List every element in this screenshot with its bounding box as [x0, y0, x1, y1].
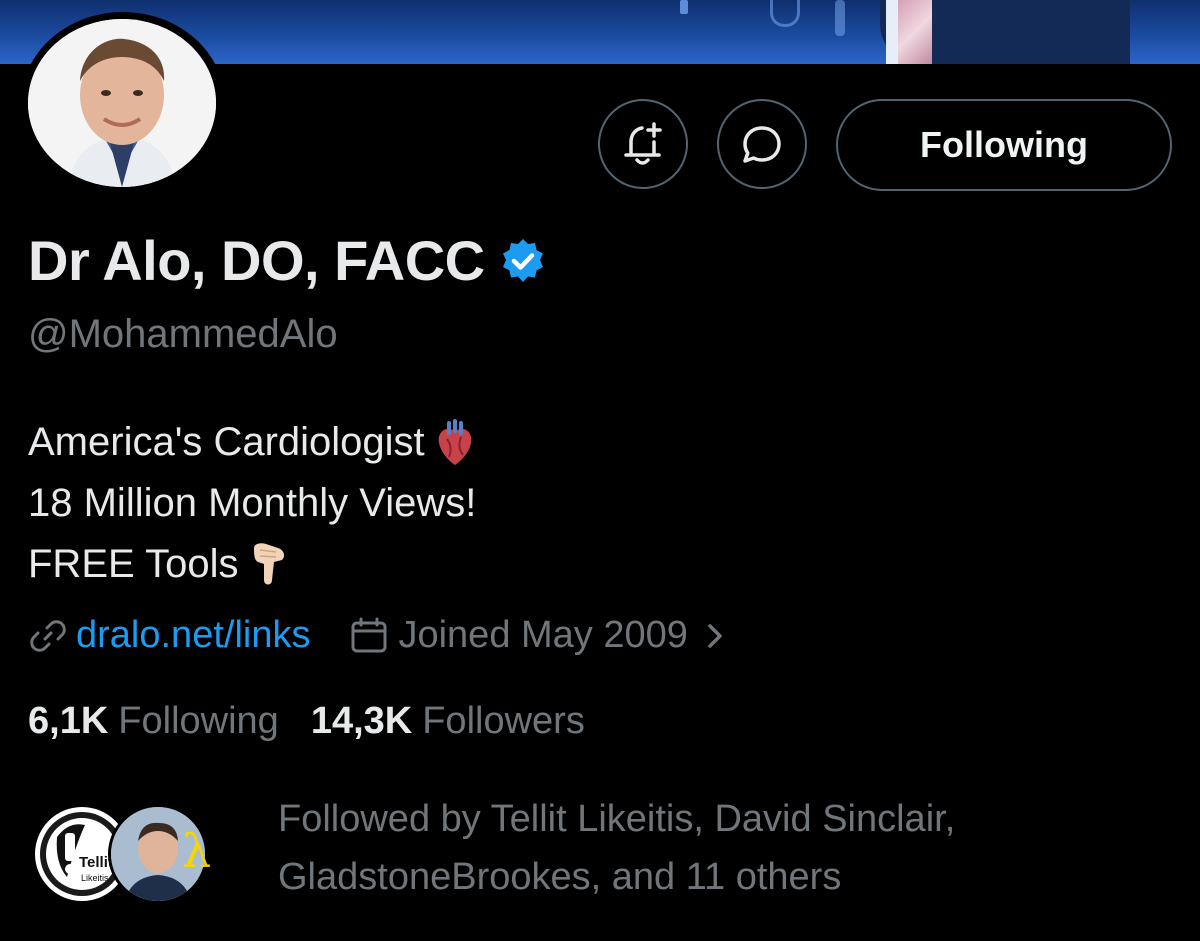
link-icon	[30, 619, 66, 652]
bio-line-text: America's Cardiologist	[28, 420, 425, 464]
followed-by-text[interactable]: Followed by Tellit Likeitis, David Sincl…	[278, 790, 1178, 906]
joined-text: Joined May 2009	[398, 614, 688, 656]
banner-decoration	[835, 0, 845, 36]
follower-avatar-subtext: Likeitis	[81, 873, 109, 883]
following-label: Following	[118, 700, 279, 742]
bio-line: FREE Tools	[28, 534, 476, 595]
verified-badge-icon[interactable]	[499, 237, 547, 285]
bio-line: America's Cardiologist	[28, 412, 476, 473]
anatomical-heart-icon	[438, 418, 471, 465]
profile-link-text[interactable]: dralo.net/links	[76, 614, 310, 657]
joined-date[interactable]: Joined May 2009	[350, 614, 723, 657]
chevron-right-icon	[708, 623, 722, 648]
message-button[interactable]	[717, 99, 807, 189]
display-name: Dr Alo, DO, FACC	[28, 229, 485, 292]
banner-decoration	[680, 0, 688, 14]
followed-by-line: GladstoneBrookes, and 11 others	[278, 856, 842, 898]
user-handle: @MohammedAlo	[28, 312, 338, 356]
avatar[interactable]	[28, 19, 216, 187]
banner-decoration	[886, 0, 898, 64]
follower-avatar-lambda[interactable]: λ	[182, 804, 232, 898]
bio-line-text: FREE Tools	[28, 542, 239, 586]
profile-link[interactable]: dralo.net/links	[28, 614, 310, 657]
following-count: 6,1K	[28, 700, 109, 742]
following-button-label: Following	[920, 124, 1088, 165]
avatar-photo	[28, 19, 216, 187]
calendar-icon	[351, 617, 387, 652]
bell-plus-icon	[624, 122, 662, 165]
banner-stethoscope-icon	[770, 0, 800, 27]
profile-meta: dralo.net/links Joined May 2009	[28, 614, 724, 657]
chat-bubble-icon	[743, 126, 781, 163]
notifications-button[interactable]	[598, 99, 688, 189]
backhand-index-pointing-down-icon	[254, 542, 285, 584]
bio-line: 18 Million Monthly Views!	[28, 473, 476, 534]
followers-count: 14,3K	[310, 700, 413, 742]
followers-label: Followers	[422, 700, 585, 742]
banner-decoration	[898, 0, 932, 64]
name-row: Dr Alo, DO, FACC	[28, 228, 547, 293]
bio-line-text: 18 Million Monthly Views!	[28, 481, 477, 525]
bio: America's Cardiologist 18 Million Monthl…	[28, 412, 476, 595]
followed-by-line: Followed by Tellit Likeitis, David Sincl…	[278, 798, 956, 840]
followers-stat[interactable]: 14,3K Followers	[311, 700, 585, 743]
follow-stats: 6,1K Following 14,3K Followers	[28, 700, 585, 743]
followed-by-avatars[interactable]: Tellit Likeitis λ	[32, 804, 232, 904]
following-button[interactable]: Following	[836, 99, 1172, 191]
following-stat[interactable]: 6,1K Following	[28, 700, 279, 743]
